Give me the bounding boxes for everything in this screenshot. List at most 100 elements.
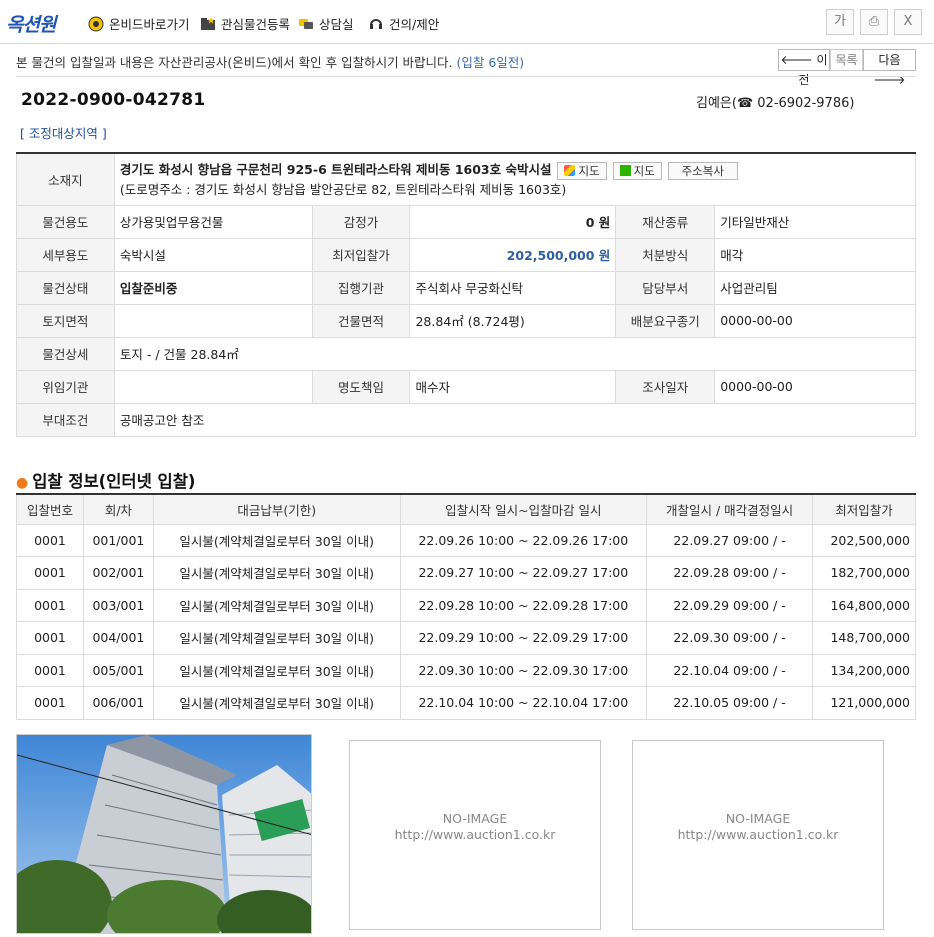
region-tag[interactable]: [ 조정대상지역 ] <box>20 123 107 142</box>
cell-round: 002/001 <box>82 556 154 590</box>
cell-bid-period: 22.09.26 10:00 ~ 22.09.26 17:00 <box>399 523 648 557</box>
col-bid-no: 입찰번호 <box>16 493 84 525</box>
label-appraisal: 감정가 <box>311 204 411 239</box>
bullet-icon: ● <box>16 475 29 491</box>
cell-opening: 22.09.29 09:00 / - <box>646 588 813 622</box>
cell-round: 004/001 <box>82 621 154 655</box>
cell-round: 003/001 <box>82 588 154 622</box>
cell-opening: 22.09.30 09:00 / - <box>646 621 813 655</box>
cell-opening: 22.09.27 09:00 / - <box>646 523 813 557</box>
cell-round: 006/001 <box>82 686 154 720</box>
value-detail: 토지 - / 건물 28.84㎡ <box>113 336 917 371</box>
naver-map-button[interactable]: 지도 <box>612 161 662 180</box>
table-row: 0001 002/001 일시불(계약체결일로부터 30일 이내) 22.09.… <box>16 556 916 590</box>
value-detail-usage: 숙박시설 <box>113 237 313 272</box>
bid-table: 입찰번호 회/차 대금납부(기한) 입찰시작 일시~입찰마감 일시 개찰일시 /… <box>16 493 916 720</box>
nav-suggest[interactable]: 건의/제안 <box>368 14 439 33</box>
case-number: 2022-0900-042781 <box>21 90 206 110</box>
road-address: (도로명주소 : 경기도 화성시 향남읍 발안공단로 82, 트윈테라스타워 제… <box>119 181 567 197</box>
value-building-area: 28.84㎡ (8.724평) <box>409 303 617 338</box>
headset-icon <box>370 18 382 29</box>
daum-logo-icon <box>564 164 576 176</box>
cell-bid-period: 22.09.30 10:00 ~ 22.09.30 17:00 <box>399 653 648 687</box>
col-payment: 대금납부(기한) <box>152 493 401 525</box>
contact-name: 김예은( <box>696 96 737 111</box>
value-appraisal: 0 원 <box>409 204 617 239</box>
label-land-area: 토지면적 <box>16 303 115 338</box>
copy-address-button[interactable]: 주소복사 <box>667 161 738 180</box>
cell-bid-period: 22.09.28 10:00 ~ 22.09.28 17:00 <box>399 588 648 622</box>
cell-min-price: 148,700,000 <box>812 621 916 655</box>
no-image-url: http://www.auction1.co.kr <box>394 827 556 842</box>
table-row: 0001 001/001 일시불(계약체결일로부터 30일 이내) 22.09.… <box>16 523 916 557</box>
prev-button[interactable]: 🡐 이전 <box>778 49 830 87</box>
cell-bid-no: 0001 <box>16 588 84 622</box>
no-image-placeholder-2: NO-IMAGE http://www.auction1.co.kr <box>632 740 884 930</box>
label-usage: 물건용도 <box>16 204 115 239</box>
cell-min-price: 164,800,000 <box>812 588 916 622</box>
label-detail-usage: 세부용도 <box>16 237 115 272</box>
cell-bid-no: 0001 <box>16 523 84 557</box>
cell-bid-period: 22.09.27 10:00 ~ 22.09.27 17:00 <box>399 556 648 590</box>
table-row: 0001 006/001 일시불(계약체결일로부터 30일 이내) 22.10.… <box>16 686 916 720</box>
font-size-button[interactable]: 가 <box>826 9 854 35</box>
folder-star-icon <box>201 16 215 30</box>
onbid-icon <box>88 16 104 31</box>
value-land-area <box>113 303 313 338</box>
label-conditions: 부대조건 <box>16 402 115 437</box>
nav-favorite[interactable]: 관심물건등록 <box>200 14 290 33</box>
notice-days: (입찰 6일전) <box>456 55 525 70</box>
no-image-text: NO-IMAGE <box>725 811 791 826</box>
table-row: 0001 005/001 일시불(계약체결일로부터 30일 이내) 22.09.… <box>16 653 916 687</box>
property-photo[interactable] <box>16 734 312 934</box>
top-bar: 옥션원 온비드바로가기 관심물건등록 상담실 건의/제안 가 ⎙ X <box>0 0 934 44</box>
label-detail: 물건상세 <box>16 336 115 371</box>
value-disposal: 매각 <box>714 237 916 272</box>
table-row: 0001 004/001 일시불(계약체결일로부터 30일 이내) 22.09.… <box>16 621 916 655</box>
label-delegate: 위임기관 <box>16 369 115 404</box>
nav-consult[interactable]: 상담실 <box>298 14 354 33</box>
label-department: 담당부서 <box>615 270 716 305</box>
cell-round: 001/001 <box>82 523 154 557</box>
cell-payment: 일시불(계약체결일로부터 30일 이내) <box>152 653 401 687</box>
daum-map-button[interactable]: 지도 <box>557 161 607 180</box>
label-property-type: 재산종류 <box>615 204 716 239</box>
value-survey-date: 0000-00-00 <box>714 369 916 404</box>
cell-payment: 일시불(계약체결일로부터 30일 이내) <box>152 556 401 590</box>
next-button[interactable]: 다음 🡒 <box>863 49 916 87</box>
nav-onbid-label: 온비드바로가기 <box>109 17 190 32</box>
label-address: 소재지 <box>16 152 115 206</box>
close-button[interactable]: X <box>894 9 922 35</box>
notice: 본 물건의 입찰일과 내용은 자산관리공사(온비드)에서 확인 후 입찰하시기 … <box>16 52 524 71</box>
list-button[interactable]: 목록 <box>830 49 863 71</box>
bid-table-header: 입찰번호 회/차 대금납부(기한) 입찰시작 일시~입찰마감 일시 개찰일시 /… <box>16 493 916 525</box>
cell-bid-no: 0001 <box>16 653 84 687</box>
property-info-table: 소재지 경기도 화성시 향남읍 구문천리 925-6 트윈테라스타워 제비동 1… <box>16 152 917 437</box>
no-image-url: http://www.auction1.co.kr <box>677 827 839 842</box>
cell-payment: 일시불(계약체결일로부터 30일 이내) <box>152 686 401 720</box>
cell-opening: 22.09.28 09:00 / - <box>646 556 813 590</box>
logo[interactable]: 옥션원 <box>6 10 56 37</box>
cell-opening: 22.10.04 09:00 / - <box>646 653 813 687</box>
divider <box>16 76 916 77</box>
cell-payment: 일시불(계약체결일로부터 30일 이내) <box>152 621 401 655</box>
table-row: 0001 003/001 일시불(계약체결일로부터 30일 이내) 22.09.… <box>16 588 916 622</box>
nav-onbid[interactable]: 온비드바로가기 <box>88 14 190 33</box>
cell-round: 005/001 <box>82 653 154 687</box>
print-button[interactable]: ⎙ <box>860 9 888 35</box>
building-photo-image <box>17 735 311 933</box>
value-claim-deadline: 0000-00-00 <box>714 303 916 338</box>
col-opening: 개찰일시 / 매각결정일시 <box>646 493 813 525</box>
label-eviction: 명도책임 <box>311 369 411 404</box>
value-delegate <box>113 369 313 404</box>
nav-consult-label: 상담실 <box>319 17 354 32</box>
label-survey-date: 조사일자 <box>615 369 716 404</box>
value-status: 입찰준비중 <box>113 270 313 305</box>
cell-min-price: 202,500,000 <box>812 523 916 557</box>
cell-bid-period: 22.09.29 10:00 ~ 22.09.29 17:00 <box>399 621 648 655</box>
bid-section-title: ● 입찰 정보(인터넷 입찰) <box>16 472 196 491</box>
cell-min-price: 182,700,000 <box>812 556 916 590</box>
label-building-area: 건물면적 <box>311 303 411 338</box>
value-eviction: 매수자 <box>409 369 617 404</box>
label-executor: 집행기관 <box>311 270 411 305</box>
